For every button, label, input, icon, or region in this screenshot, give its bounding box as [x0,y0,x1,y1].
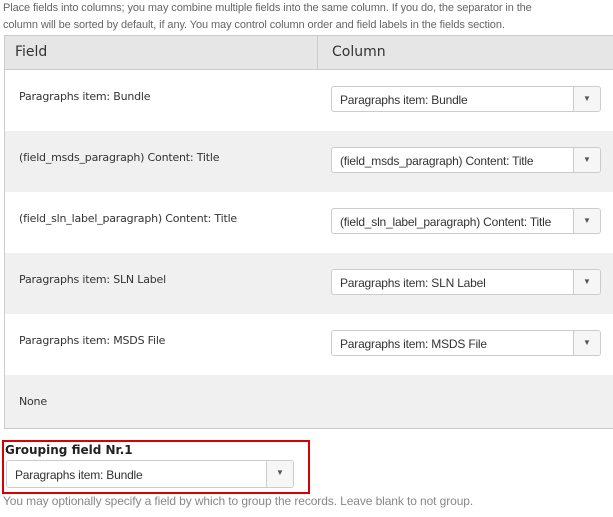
chevron-down-icon[interactable]: ▼ [573,148,600,172]
field-label: (field_msds_paragraph) Content: Title [19,151,220,164]
field-label: Paragraphs item: SLN Label [19,273,166,286]
column-select[interactable]: (field_msds_paragraph) Content: Title ▼ [331,147,601,173]
field-label: Paragraphs item: Bundle [19,90,151,103]
select-value: Paragraphs item: Bundle [15,468,143,482]
header-divider [317,36,318,69]
chevron-down-icon[interactable]: ▼ [573,209,600,233]
select-value: (field_sln_label_paragraph) Content: Tit… [340,215,552,229]
grouping-field-select[interactable]: Paragraphs item: Bundle ▼ [6,460,294,488]
table-row: Paragraphs item: SLN Label Paragraphs it… [5,253,613,314]
description: Place fields into columns; you may combi… [3,0,611,34]
table-row: (field_msds_paragraph) Content: Title (f… [5,131,613,192]
header-field: Field [15,44,48,60]
field-column-table: Field Column Paragraphs item: Bundle Par… [4,35,613,429]
column-select[interactable]: Paragraphs item: MSDS File ▼ [331,330,601,356]
select-value: (field_msds_paragraph) Content: Title [340,154,534,168]
column-select[interactable]: Paragraphs item: Bundle ▼ [331,86,601,112]
description-line: Place fields into columns; you may combi… [3,2,532,14]
field-label: (field_sln_label_paragraph) Content: Tit… [19,212,237,225]
table-header: Field Column [5,36,613,70]
grouping-field-label: Grouping field Nr.1 [5,443,133,457]
field-label: Paragraphs item: MSDS File [19,334,166,347]
header-column: Column [332,44,386,60]
table-row-none: None [5,375,613,428]
column-select[interactable]: (field_sln_label_paragraph) Content: Tit… [331,208,601,234]
column-select[interactable]: Paragraphs item: SLN Label ▼ [331,269,601,295]
grouping-field-highlight: Grouping field Nr.1 Paragraphs item: Bun… [2,440,310,494]
select-value: Paragraphs item: MSDS File [340,337,487,351]
none-label: None [19,395,47,408]
grouping-help-text: You may optionally specify a field by wh… [3,494,474,508]
chevron-down-icon[interactable]: ▼ [266,461,293,487]
chevron-down-icon[interactable]: ▼ [573,87,600,111]
table-row: Paragraphs item: MSDS File Paragraphs it… [5,314,613,375]
chevron-down-icon[interactable]: ▼ [573,331,600,355]
table-row: Paragraphs item: Bundle Paragraphs item:… [5,70,613,131]
description-line: column will be sorted by default, if any… [3,19,505,31]
chevron-down-icon[interactable]: ▼ [573,270,600,294]
select-value: Paragraphs item: SLN Label [340,276,486,290]
table-row: (field_sln_label_paragraph) Content: Tit… [5,192,613,253]
select-value: Paragraphs item: Bundle [340,93,468,107]
